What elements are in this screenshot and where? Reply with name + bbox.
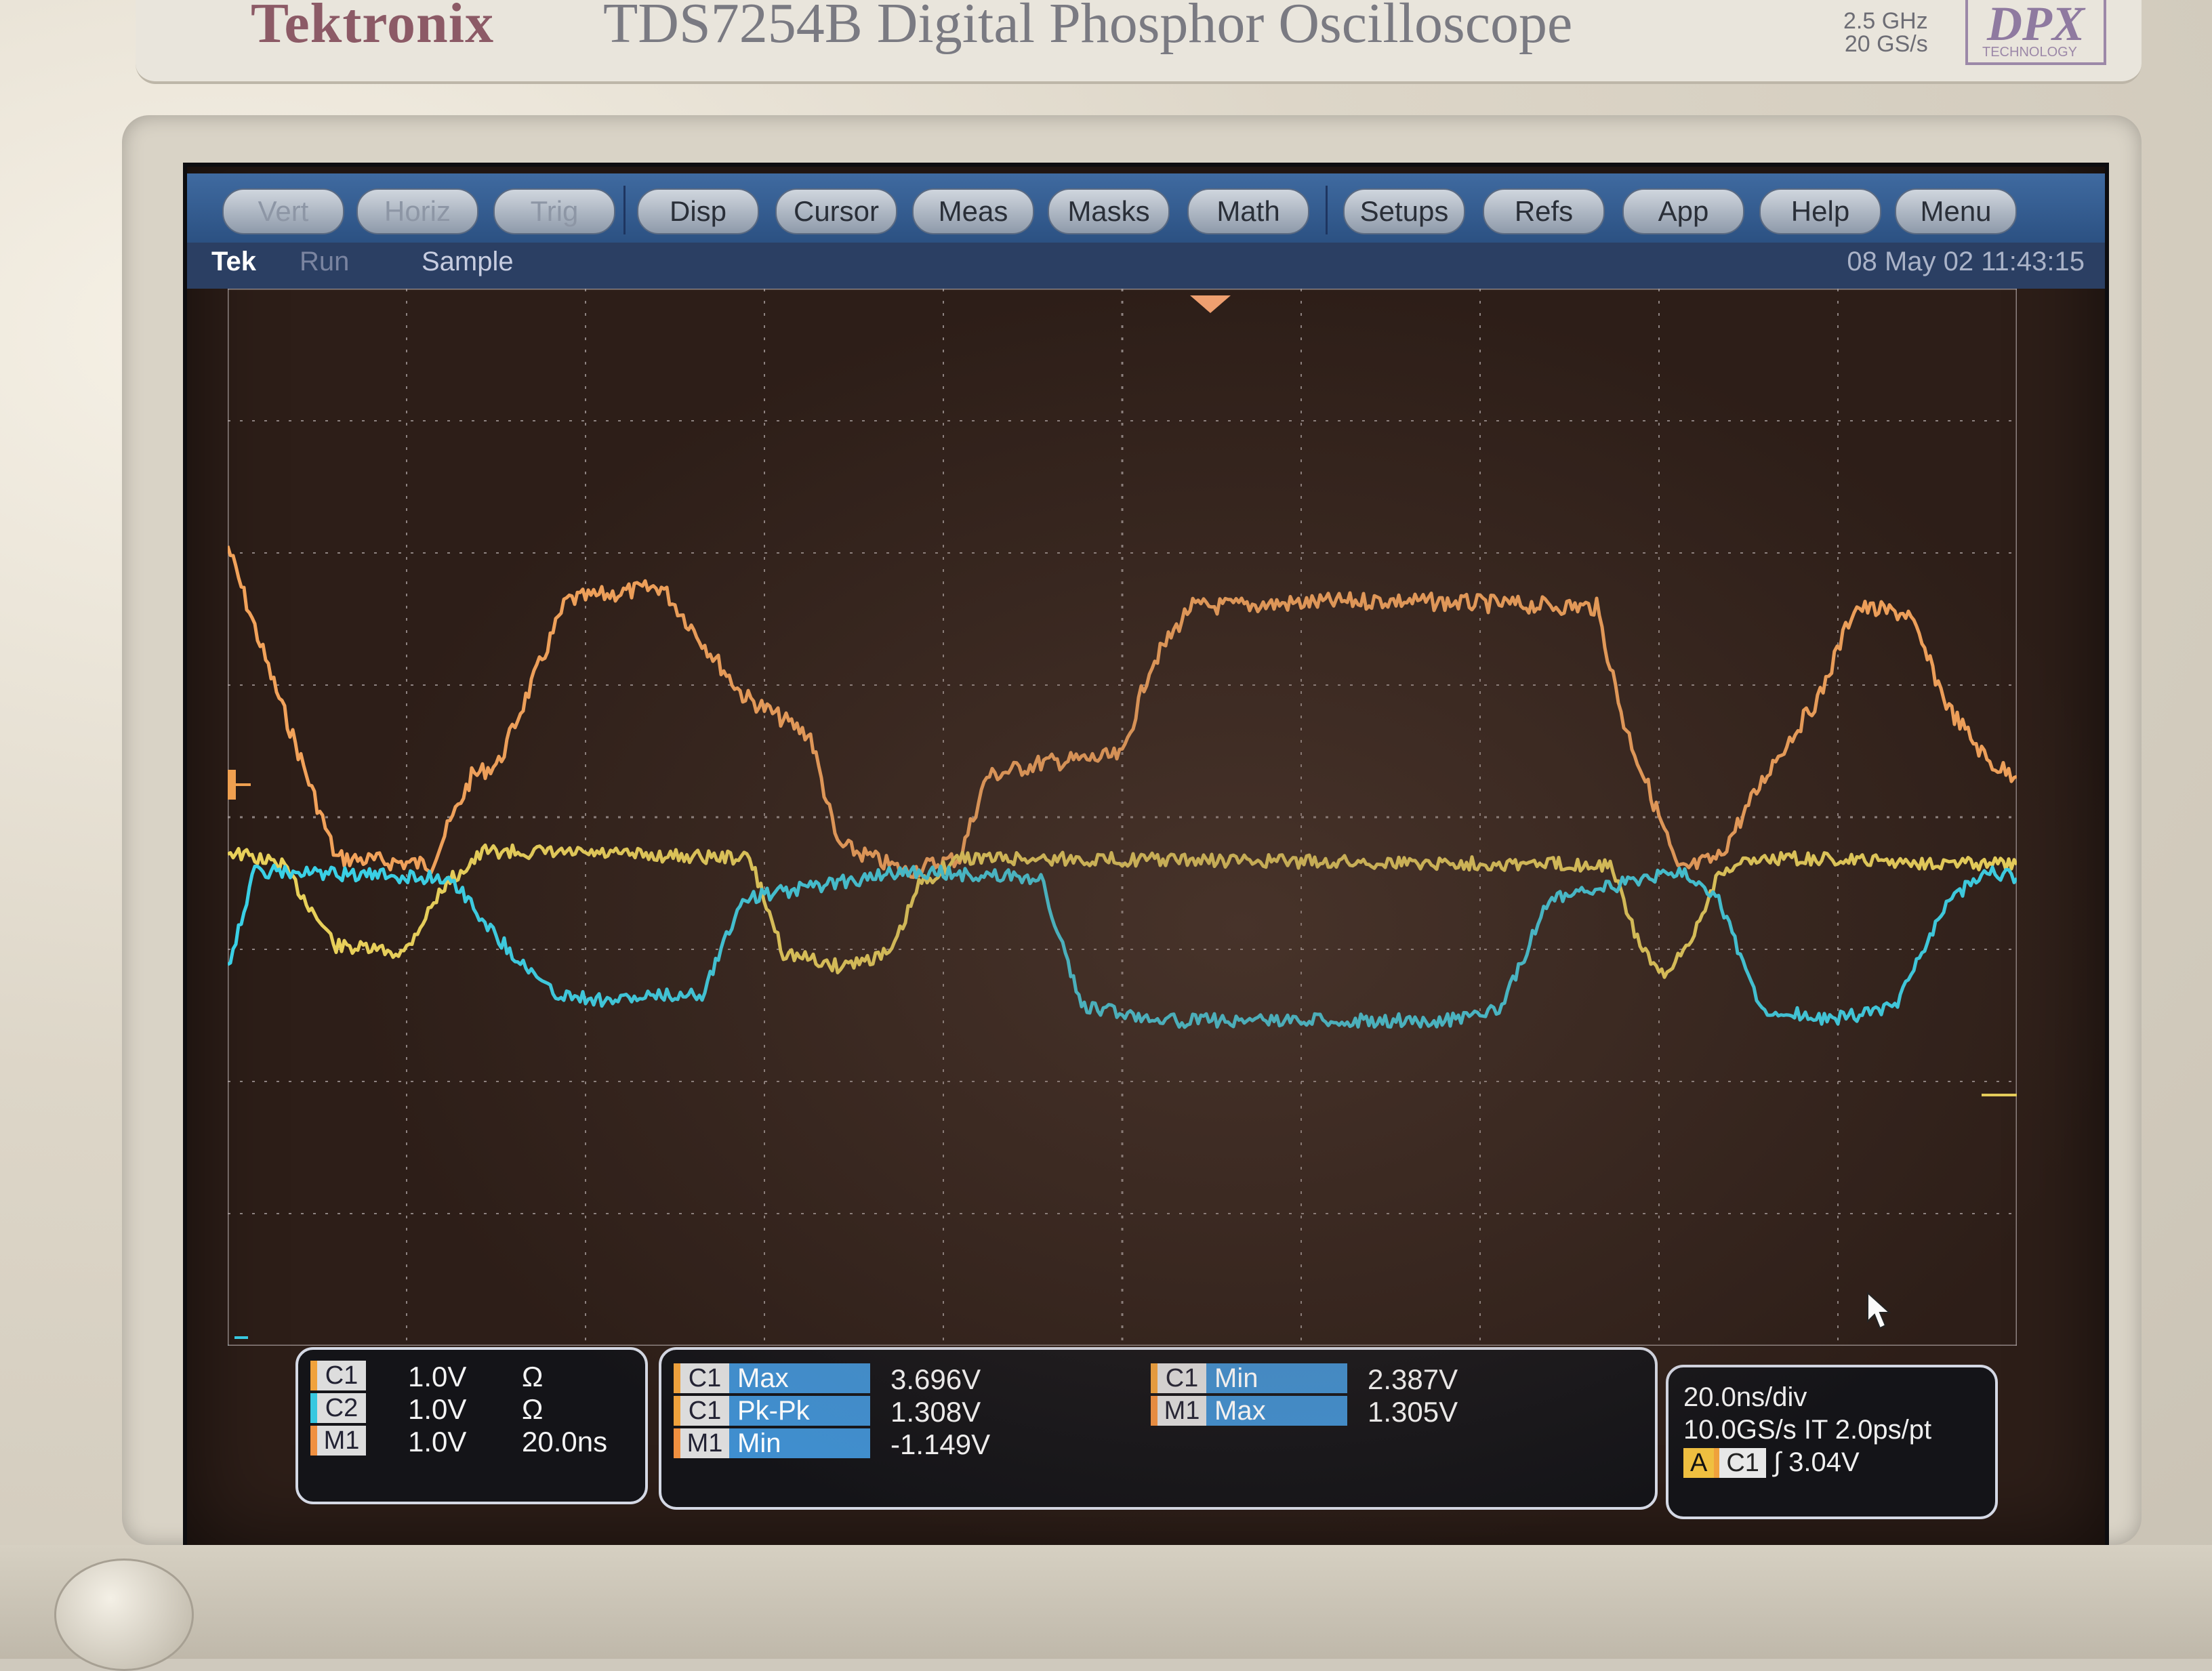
channel-scale: 1.0V [408,1361,467,1392]
channel-coupling: 20.0ns [522,1426,608,1458]
menu-button-trig[interactable]: Trig [493,188,615,234]
channel-coupling: Ω [522,1361,544,1392]
measurement-name[interactable]: Min [729,1428,870,1458]
measurement-name[interactable]: Pk-Pk [729,1396,870,1426]
m1-ground-marker: M1 [228,770,251,800]
menu-button-refs[interactable]: Refs [1483,188,1605,234]
menu-separator [623,186,626,234]
measurement-name[interactable]: Max [729,1363,870,1393]
model-label: TDS7254B Digital Phosphor Oscilloscope [603,0,1572,56]
power-knob[interactable] [54,1559,194,1671]
status-run-state: Run [300,247,350,276]
measurement-source: M1 [1151,1396,1206,1426]
trigger-position-icon [1190,295,1231,313]
measurement-name[interactable]: Min [1206,1363,1347,1393]
measurement-source: C1 [1151,1363,1206,1393]
menu-button-help[interactable]: Help [1759,188,1881,234]
spec-sample-rate: 20 GS/s [1844,31,1928,57]
status-bar: Tek Run Sample 08 May 02 11:43:15 [187,243,2105,289]
timebase-panel[interactable]: 20.0ns/div 10.0GS/s IT 2.0ps/pt A C1 ∫ 3.… [1666,1365,1998,1519]
measurements-panel[interactable]: C1 Max 3.696V C1 Pk-Pk 1.308V M1 Min -1.149V C1 M… [659,1347,1658,1510]
measurement-value: 3.696V [890,1363,981,1395]
timebase-sample-rate: 10.0GS/s IT 2.0ps/pt [1683,1415,1932,1445]
measurement-name[interactable]: Max [1206,1396,1347,1426]
measurement-value: 1.305V [1368,1396,1458,1428]
status-datetime: 08 May 02 11:43:15 [1847,247,2085,276]
measurement-value: 2.387V [1368,1363,1458,1395]
trigger-readout: A C1 ∫ 3.04V [1683,1447,1860,1479]
waveform-display[interactable]: M1 2 [228,289,2017,1346]
trigger-position-marker [1190,295,1231,313]
trigger-level: 3.04V [1788,1447,1860,1477]
trace-channel-c2 [228,863,2017,1029]
ch2-ground-marker: 2 [228,1326,248,1346]
status-acquisition-mode: Sample [422,247,514,276]
oscilloscope-screen: Vert Horiz Trig Disp Cursor Meas Masks Math Setu… [183,163,2109,1553]
menu-button-disp[interactable]: Disp [637,188,759,234]
model-number: TDS7254B [603,0,863,55]
menu-button-math[interactable]: Math [1187,188,1309,234]
m1-marker-box [228,770,236,800]
measurement-value: -1.149V [890,1428,991,1460]
mouse-pointer-icon [1867,1292,1891,1329]
menu-button-menu[interactable]: Menu [1895,188,2017,234]
front-panel-lower [0,1545,2212,1659]
channel-chip-m1[interactable]: M1 [310,1426,366,1456]
spec-bandwidth: 2.5 GHz [1843,8,1928,34]
menu-button-masks[interactable]: Masks [1048,188,1170,234]
menu-button-horiz[interactable]: Horiz [356,188,478,234]
menu-bar: Vert Horiz Trig Disp Cursor Meas Masks Math Setu… [187,173,2105,248]
timebase-scale: 20.0ns/div [1683,1382,1807,1412]
menu-button-setups[interactable]: Setups [1343,188,1465,234]
model-description: Digital Phosphor Oscilloscope [876,0,1573,55]
channel-scale: 1.0V [408,1426,467,1458]
dpx-badge-subtitle: TECHNOLOGY [1982,45,2078,60]
menu-button-meas[interactable]: Meas [912,188,1034,234]
channel-chip-c1[interactable]: C1 [310,1361,366,1390]
menu-button-cursor[interactable]: Cursor [775,188,897,234]
menu-button-app[interactable]: App [1622,188,1744,234]
menu-separator [1326,186,1328,234]
status-brand: Tek [211,247,256,276]
channel-chip-c2[interactable]: C2 [310,1393,366,1423]
measurement-source: C1 [674,1396,729,1426]
menu-button-vert[interactable]: Vert [222,188,344,234]
ch2-marker-label: 2 [228,1326,229,1346]
trigger-slope-icon: ∫ [1774,1447,1782,1477]
channel-settings-panel[interactable]: C1 1.0V Ω C2 1.0V Ω M1 1.0V 20.0ns [295,1347,648,1504]
channel-coupling: Ω [522,1393,544,1425]
trigger-mode: A [1683,1448,1715,1478]
measurement-source: M1 [674,1428,729,1458]
graticule-grid [228,289,2017,1346]
channel-scale: 1.0V [408,1393,467,1425]
measurement-value: 1.308V [890,1396,981,1428]
spec-label: 2.5 GHz 20 GS/s [1843,9,1928,56]
measurement-source: C1 [674,1363,729,1393]
brand-logo: Tektronix [251,0,495,55]
trigger-source: C1 [1714,1448,1766,1478]
